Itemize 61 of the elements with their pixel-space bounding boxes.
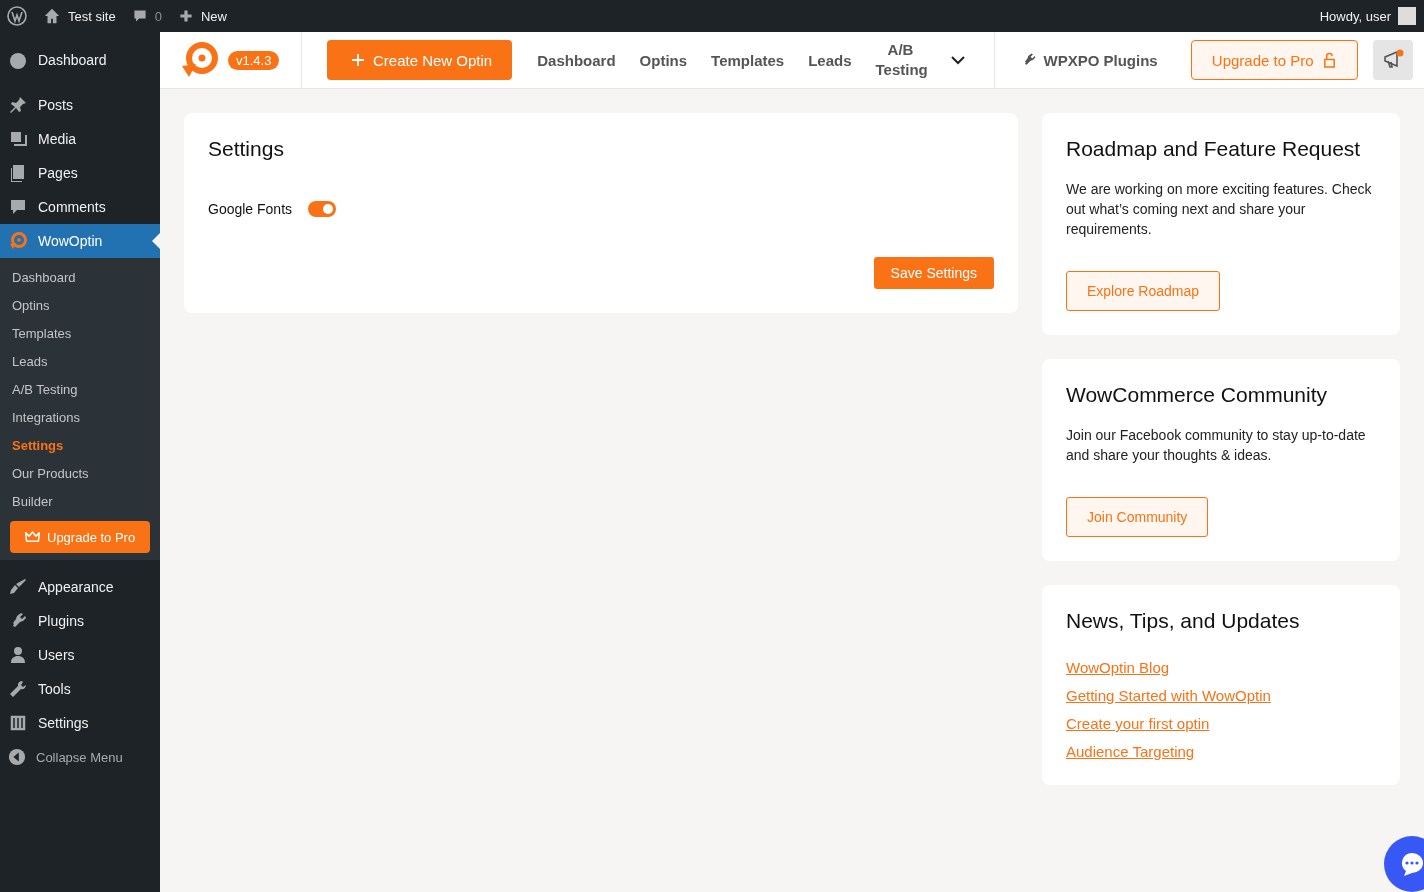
- chevron-down-icon[interactable]: [949, 55, 966, 65]
- card-title: Roadmap and Feature Request: [1066, 137, 1362, 161]
- comment-icon: [8, 197, 28, 217]
- chat-button[interactable]: [1384, 836, 1424, 892]
- card-title: WowCommerce Community: [1066, 383, 1328, 407]
- crown-icon: [24, 530, 41, 544]
- account-link[interactable]: Howdy, user: [1319, 7, 1416, 25]
- menu-item[interactable]: Posts: [0, 88, 160, 122]
- menu-item[interactable]: Plugins: [0, 604, 160, 638]
- nav-link[interactable]: A/B Testing: [875, 40, 926, 80]
- paintbrush-icon: [8, 577, 28, 597]
- submenu-item[interactable]: Optins: [0, 291, 160, 319]
- wordpress-logo-icon[interactable]: [7, 6, 27, 26]
- menu-item[interactable]: Pages: [0, 156, 160, 190]
- sliders-icon: [8, 713, 28, 733]
- comment-icon: [131, 8, 148, 24]
- pin-icon: [8, 95, 28, 115]
- plugins-link[interactable]: WPXPO Plugins: [1020, 51, 1158, 69]
- collapse-menu-button[interactable]: Collapse Menu: [0, 740, 160, 774]
- unlock-icon: [1321, 51, 1337, 69]
- site-link[interactable]: Test site: [43, 7, 116, 25]
- menu-item[interactable]: Dashboard: [0, 43, 160, 77]
- card-title: Settings: [208, 137, 285, 161]
- media-icon: [8, 129, 28, 149]
- new-link[interactable]: New: [177, 8, 227, 24]
- menu-item[interactable]: Media: [0, 122, 160, 156]
- toggle-switch[interactable]: [308, 201, 337, 217]
- menu-item[interactable]: Settings: [0, 706, 160, 740]
- submenu-item[interactable]: Settings: [0, 431, 160, 459]
- card-title: News, Tips, and Updates: [1066, 609, 1301, 633]
- plus-icon: [351, 53, 365, 67]
- avatar-icon: [1398, 7, 1416, 25]
- submenu-item[interactable]: Builder: [0, 487, 160, 515]
- wowoptin-logo-icon: [8, 231, 28, 251]
- menu-item[interactable]: Appearance: [0, 570, 160, 604]
- card-text: Join our Facebook community to stay up-to-date and share your thoughts & ideas.: [1066, 426, 1367, 465]
- announcement-button[interactable]: [1372, 40, 1413, 80]
- plus-icon: [177, 8, 194, 24]
- submenu-item[interactable]: Integrations: [0, 403, 160, 431]
- wrench-icon: [8, 679, 28, 699]
- menu-item[interactable]: Tools: [0, 672, 160, 706]
- nav-link[interactable]: Leads: [808, 51, 852, 69]
- nav-link[interactable]: Dashboard: [537, 51, 616, 69]
- collapse-icon: [8, 748, 26, 766]
- submenu-item[interactable]: Templates: [0, 319, 160, 347]
- nav-link[interactable]: Optins: [639, 51, 688, 69]
- submenu-item[interactable]: Leads: [0, 347, 160, 375]
- menu-item[interactable]: Users: [0, 638, 160, 672]
- home-icon: [43, 7, 61, 25]
- submenu-item[interactable]: Dashboard: [0, 263, 160, 291]
- menu-item[interactable]: Comments: [0, 190, 160, 224]
- menu-item[interactable]: WowOptin: [0, 224, 160, 258]
- submenu-item[interactable]: A/B Testing: [0, 375, 160, 403]
- submenu-item[interactable]: Our Products: [0, 459, 160, 487]
- user-icon: [8, 645, 28, 665]
- megaphone-icon: [1381, 49, 1404, 71]
- setting-label: Google Fonts: [208, 201, 293, 217]
- comments-link[interactable]: 0: [131, 8, 162, 24]
- version-badge: v1.4.3: [228, 50, 280, 70]
- card-text: We are working on more exciting features. Check out what’s coming next and share your requirements.: [1066, 180, 1373, 239]
- nav-link[interactable]: Templates: [711, 51, 785, 69]
